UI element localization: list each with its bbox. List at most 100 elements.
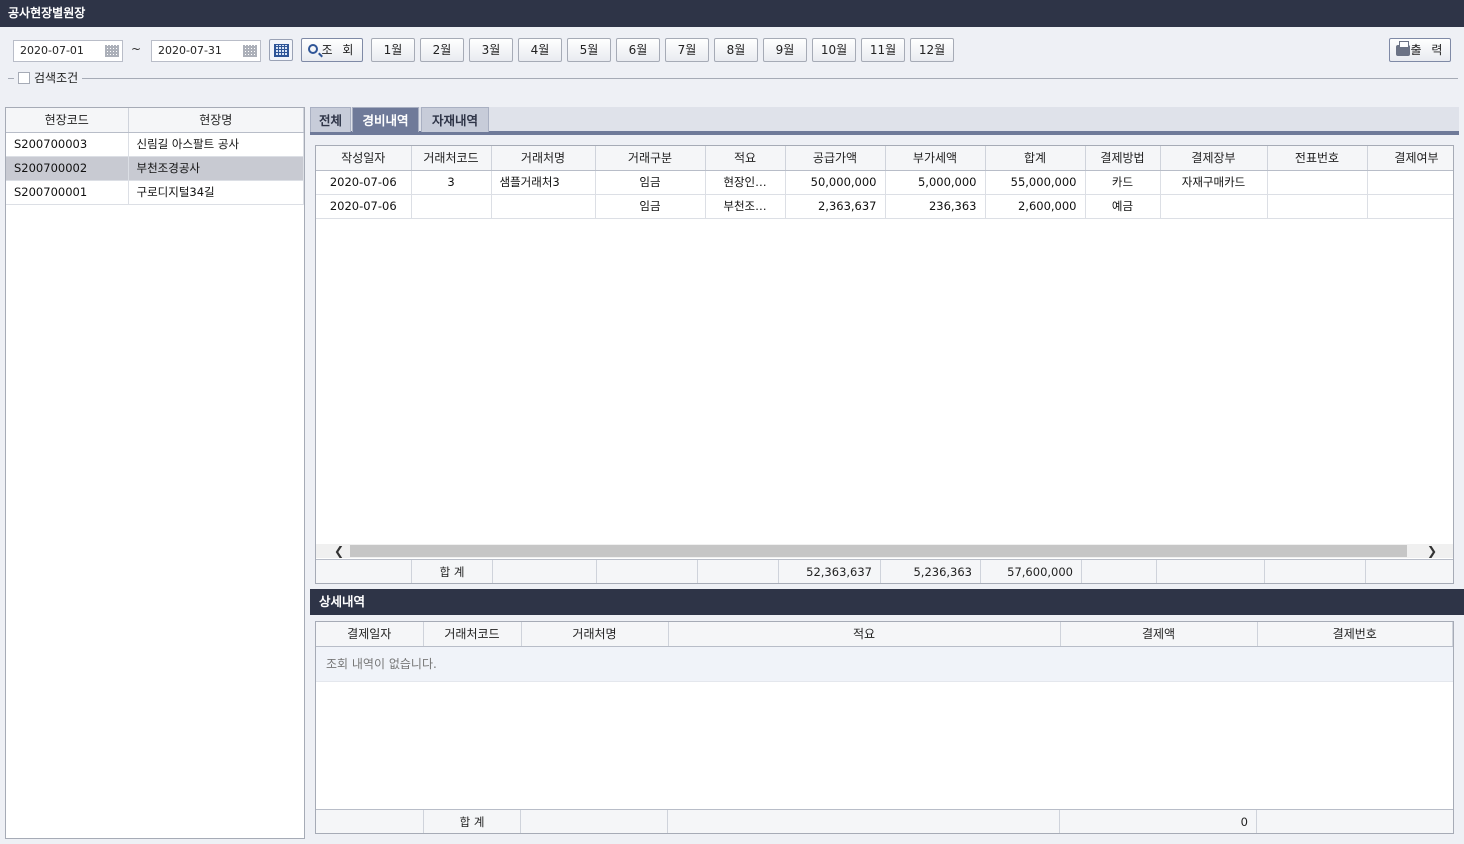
search-condition-checkbox[interactable]	[18, 71, 30, 84]
date-to-input[interactable]: 2020-07-31	[151, 40, 261, 62]
column-header-vendor-name[interactable]: 거래처명	[521, 622, 669, 647]
column-header-trade-type[interactable]: 거래구분	[595, 146, 706, 171]
scroll-left-icon[interactable]: ❮	[332, 544, 346, 558]
cell-payment-book	[1160, 194, 1268, 219]
month-button-4[interactable]: 4월	[518, 38, 562, 62]
column-header-payment-no[interactable]: 결제번호	[1257, 622, 1453, 647]
column-header-memo[interactable]: 적요	[705, 146, 786, 171]
search-condition-label: 검색조건	[34, 71, 79, 85]
summary-total: 57,600,000	[981, 560, 1082, 583]
month-button-1[interactable]: 1월	[371, 38, 415, 62]
ledger-summary-row: 합 계 52,363,637 5,236,363 57,600,000	[316, 559, 1453, 583]
month-label: 8월	[726, 43, 746, 57]
calendar-icon[interactable]	[243, 45, 257, 57]
detail-summary-row: 합 계 0	[316, 809, 1453, 833]
site-row[interactable]: S200700003 신림길 아스팔트 공사	[6, 132, 304, 157]
site-code: S200700001	[6, 180, 129, 205]
cell-voucher-no	[1267, 170, 1368, 195]
column-header-total[interactable]: 합계	[985, 146, 1086, 171]
summary-payment-amount: 0	[1060, 810, 1257, 833]
table-row[interactable]: 2020-07-06 3 샘플거래처3 임금 현장인… 50,000,000 5…	[316, 170, 1453, 195]
month-button-6[interactable]: 6월	[616, 38, 660, 62]
cell-vendor-name	[491, 194, 596, 219]
column-header-site-code[interactable]: 현장코드	[6, 108, 129, 133]
column-header-payment-date[interactable]: 결제일자	[316, 622, 424, 647]
tab-all[interactable]: 전체	[310, 107, 351, 132]
column-header-vendor-name[interactable]: 거래처명	[491, 146, 596, 171]
cell-payment-book: 자재구매카드	[1160, 170, 1268, 195]
cell-vendor-name: 샘플거래처3	[491, 170, 596, 195]
summary-vat: 5,236,363	[881, 560, 981, 583]
summary-cell	[1157, 560, 1265, 583]
print-button[interactable]: 출 력	[1389, 38, 1451, 62]
detail-table: 결제일자 거래처코드 거래처명 적요 결제액 결제번호	[316, 622, 1453, 647]
cell-date: 2020-07-06	[316, 194, 412, 219]
site-list-panel: 현장코드 현장명 S200700003 신림길 아스팔트 공사 S2007000…	[5, 107, 305, 839]
calendar-icon[interactable]	[105, 45, 119, 57]
column-header-memo[interactable]: 적요	[668, 622, 1061, 647]
column-header-payment-method[interactable]: 결제방법	[1085, 146, 1161, 171]
month-button-7[interactable]: 7월	[665, 38, 709, 62]
cell-vat: 236,363	[885, 194, 986, 219]
cell-memo: 부천조…	[705, 194, 786, 219]
search-toolbar: 2020-07-01 ~ 2020-07-31 조 회 1월 2월 3월 4월 …	[0, 27, 1464, 97]
column-header-date[interactable]: 작성일자	[316, 146, 412, 171]
table-row[interactable]: 2020-07-06 임금 부천조… 2,363,637 236,363 2,6…	[316, 194, 1453, 219]
month-button-9[interactable]: 9월	[763, 38, 807, 62]
column-header-voucher-no[interactable]: 전표번호	[1267, 146, 1368, 171]
date-range-separator: ~	[131, 42, 142, 56]
column-header-payment-amount[interactable]: 결제액	[1060, 622, 1258, 647]
column-header-vendor-code[interactable]: 거래처코드	[423, 622, 522, 647]
month-label: 2월	[432, 43, 452, 57]
summary-label: 합 계	[412, 560, 493, 583]
detail-section-title: 상세내역	[310, 589, 1464, 615]
date-from-input[interactable]: 2020-07-01	[13, 40, 123, 62]
calendar-picker-button[interactable]	[269, 39, 293, 61]
month-button-10[interactable]: 10월	[812, 38, 856, 62]
site-name: 신림길 아스팔트 공사	[128, 132, 304, 157]
month-button-8[interactable]: 8월	[714, 38, 758, 62]
month-label: 5월	[579, 43, 599, 57]
column-header-payment-book[interactable]: 결제장부	[1160, 146, 1268, 171]
month-label: 12월	[918, 43, 946, 57]
tab-expense[interactable]: 경비내역	[352, 107, 419, 132]
summary-cell	[1257, 810, 1453, 833]
summary-supply-amount: 52,363,637	[779, 560, 881, 583]
month-label: 10월	[820, 43, 848, 57]
search-condition-toggle[interactable]: 검색조건	[14, 69, 83, 86]
cell-paid-status	[1367, 194, 1453, 219]
horizontal-scrollbar[interactable]: ❮ ❯	[316, 544, 1453, 558]
printer-icon	[1396, 41, 1410, 56]
column-header-vendor-code[interactable]: 거래처코드	[411, 146, 492, 171]
summary-cell	[316, 560, 412, 583]
month-button-5[interactable]: 5월	[567, 38, 611, 62]
site-name: 구로디지털34길	[128, 180, 304, 205]
column-header-paid-status[interactable]: 결제여부	[1367, 146, 1453, 171]
calendar-grid-icon	[274, 44, 289, 57]
column-header-supply-amount[interactable]: 공급가액	[785, 146, 886, 171]
site-row[interactable]: S200700001 구로디지털34길	[6, 180, 304, 205]
column-header-site-name[interactable]: 현장명	[128, 108, 304, 133]
summary-cell	[1265, 560, 1366, 583]
print-button-label: 출 력	[1410, 43, 1446, 57]
site-row-selected[interactable]: S200700002 부천조경공사	[6, 156, 304, 181]
month-button-2[interactable]: 2월	[420, 38, 464, 62]
column-header-vat[interactable]: 부가세액	[885, 146, 986, 171]
search-button[interactable]: 조 회	[301, 38, 363, 62]
site-name: 부천조경공사	[128, 156, 304, 181]
tab-material[interactable]: 자재내역	[421, 107, 489, 132]
scrollbar-thumb[interactable]	[350, 545, 1407, 557]
summary-label: 합 계	[424, 810, 521, 833]
month-button-11[interactable]: 11월	[861, 38, 905, 62]
month-button-3[interactable]: 3월	[469, 38, 513, 62]
scroll-right-icon[interactable]: ❯	[1425, 544, 1439, 558]
month-button-12[interactable]: 12월	[910, 38, 954, 62]
site-code: S200700002	[6, 156, 129, 181]
cell-supply-amount: 2,363,637	[785, 194, 886, 219]
cell-paid-status	[1367, 170, 1453, 195]
cell-memo: 현장인…	[705, 170, 786, 195]
month-label: 11월	[869, 43, 897, 57]
month-label: 4월	[530, 43, 550, 57]
month-label: 7월	[677, 43, 697, 57]
window-title: 공사현장별원장	[0, 0, 1464, 27]
